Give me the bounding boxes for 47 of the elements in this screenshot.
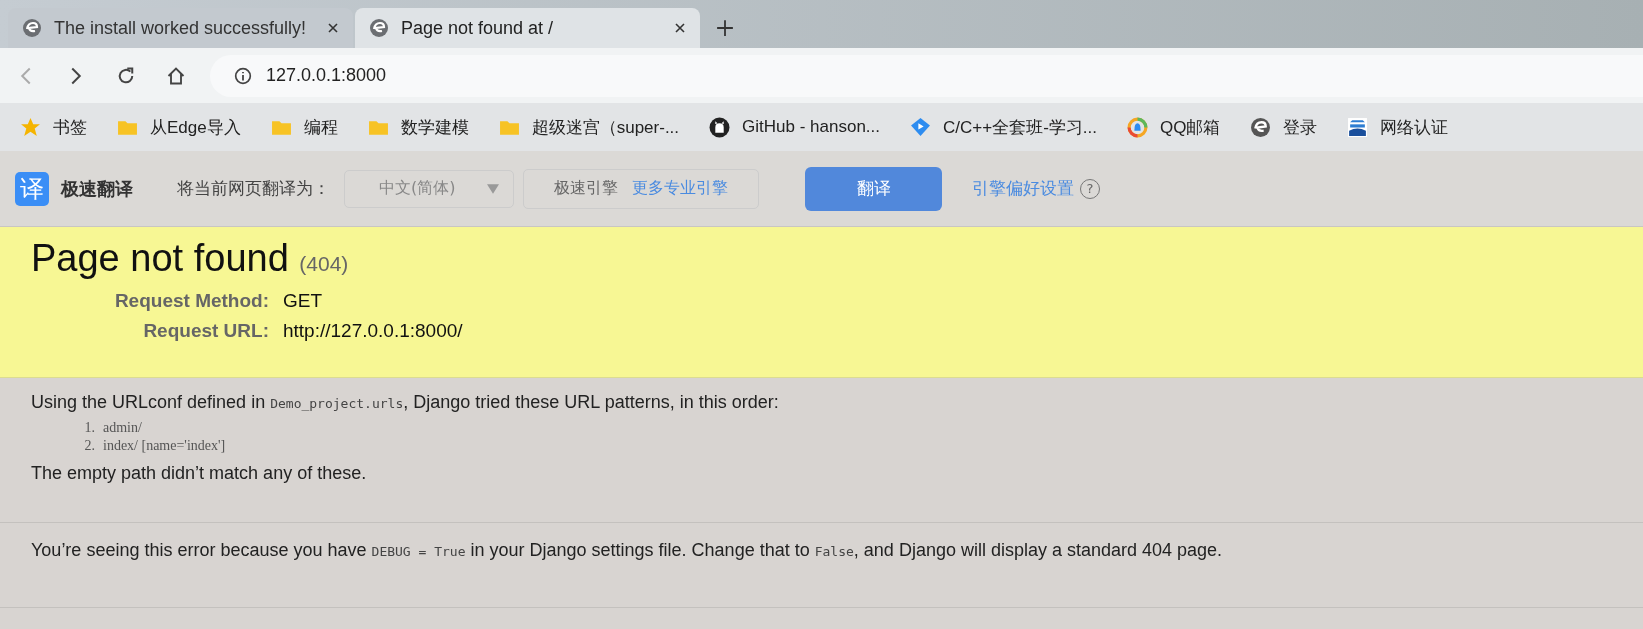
browser-tab[interactable]: Page not found at / bbox=[355, 8, 700, 48]
bookmark[interactable]: QQ邮箱 bbox=[1127, 115, 1221, 139]
new-tab-icon[interactable] bbox=[716, 19, 734, 37]
caret-icon bbox=[487, 183, 499, 194]
url-pattern: index/ [name='index'] bbox=[103, 437, 226, 455]
bookmark[interactable]: C/C++全套班-学习... bbox=[910, 115, 1097, 139]
page-heading: Page not found (404) bbox=[31, 236, 350, 280]
field-value: GET bbox=[283, 290, 324, 312]
translate-button[interactable]: 翻译 bbox=[805, 166, 942, 211]
tab-title: The install worked successfully! bbox=[54, 17, 308, 39]
engine-label: 极速引擎 bbox=[554, 178, 618, 199]
bookmark[interactable]: 书签 bbox=[20, 115, 87, 139]
result-text: The empty path didn’t match any of these. bbox=[31, 463, 368, 484]
browser-logo-icon bbox=[22, 18, 42, 38]
reload-icon[interactable] bbox=[116, 65, 136, 86]
bookmark[interactable]: 编程 bbox=[270, 115, 338, 139]
play-icon bbox=[910, 116, 932, 138]
translate-prompt: 将当前网页翻译为： bbox=[177, 177, 330, 200]
bookmark[interactable]: GitHub - hanson... bbox=[709, 116, 881, 138]
close-icon[interactable] bbox=[327, 22, 339, 34]
info-icon bbox=[234, 66, 252, 85]
field-label: Request URL: bbox=[142, 320, 269, 342]
translate-logo: 译 bbox=[15, 171, 49, 206]
info-text: Using the URLconf defined in Demo_project.urls, Django tried these URL patterns, in this order: bbox=[31, 392, 780, 413]
address-field[interactable]: 127.0.0.1:8000 bbox=[210, 54, 1643, 97]
field-label: Request Method: bbox=[113, 290, 269, 312]
explanation-text: You’re seeing this error because you have DEBUG = True in your Django settings file. Change that to False, and Django will display a standard 404 page. bbox=[31, 540, 1224, 561]
bookmark[interactable]: 数学建模 bbox=[367, 115, 469, 139]
cat-silhouette-icon bbox=[709, 116, 731, 138]
list-number: 2. bbox=[83, 437, 95, 455]
list-number: 1. bbox=[83, 419, 95, 437]
home-icon[interactable] bbox=[166, 65, 186, 86]
bookmark[interactable]: 网络认证 bbox=[1347, 115, 1449, 139]
close-icon[interactable] bbox=[674, 22, 686, 34]
browser-logo-icon bbox=[1250, 116, 1272, 138]
building-icon bbox=[1347, 116, 1369, 138]
bookmark[interactable]: 从Edge导入 bbox=[117, 115, 241, 139]
tab-title: Page not found at / bbox=[401, 17, 555, 39]
url-pattern: admin/ bbox=[103, 419, 142, 437]
bell-ring-icon bbox=[1127, 116, 1148, 138]
star-icon bbox=[20, 116, 41, 138]
field-value: http://127.0.0.1:8000/ bbox=[283, 320, 464, 342]
bookmark[interactable]: 登录 bbox=[1250, 115, 1318, 139]
bookmark[interactable]: 超级迷宫（super-... bbox=[498, 115, 680, 139]
translate-title: 极速翻译 bbox=[61, 176, 133, 201]
url-text: 127.0.0.1:8000 bbox=[266, 65, 387, 86]
browser-logo-icon bbox=[369, 18, 389, 38]
